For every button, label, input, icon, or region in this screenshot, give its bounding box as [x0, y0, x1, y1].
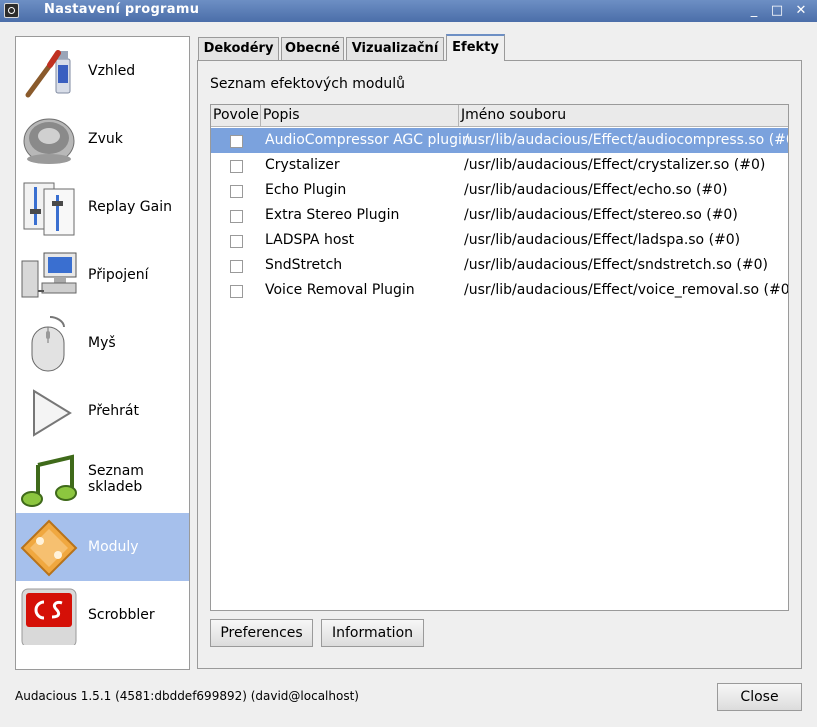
play-icon — [33, 389, 72, 437]
plugin-name: Extra Stereo Plugin — [265, 207, 400, 223]
plugin-file: /usr/lib/audacious/Effect/audiocompress.… — [464, 132, 789, 148]
table-row[interactable]: Crystalizer /usr/lib/audacious/Effect/cr… — [211, 153, 788, 178]
column-header-filename[interactable]: Jméno souboru — [459, 105, 788, 127]
effect-modules-label: Seznam efektových modulů — [210, 76, 406, 92]
plugin-name: AudioCompressor AGC plugin — [265, 132, 471, 148]
sidebar-item-playback[interactable]: Přehrát — [16, 377, 189, 445]
enable-checkbox[interactable] — [230, 160, 243, 173]
sidebar-label-line2: skladeb — [88, 479, 143, 495]
sidebar-item-replay-gain[interactable]: Replay Gain — [16, 173, 189, 241]
enable-checkbox[interactable] — [230, 235, 243, 248]
tab-visualization[interactable]: Vizualizační — [346, 37, 444, 60]
app-menu-icon[interactable] — [4, 3, 19, 18]
sidebar-item-plugins[interactable]: Moduly — [16, 513, 189, 581]
table-row[interactable]: Voice Removal Plugin /usr/lib/audacious/… — [211, 278, 788, 303]
sidebar-label: Vzhled — [88, 63, 136, 79]
sidebar-label: Myš — [88, 335, 116, 351]
plugin-file: /usr/lib/audacious/Effect/crystalizer.so… — [464, 157, 766, 173]
column-header-description[interactable]: Popis — [261, 105, 459, 127]
close-button[interactable]: Close — [717, 683, 802, 711]
sidebar-label-line1: Seznam — [88, 463, 144, 479]
plugin-file: /usr/lib/audacious/Effect/ladspa.so (#0) — [464, 232, 741, 248]
sidebar-label: Seznam skladeb — [88, 463, 144, 495]
mouse-icon — [31, 316, 65, 372]
sidebar-label: Přehrát — [88, 403, 139, 419]
sidebar-label: Zvuk — [88, 131, 123, 147]
sidebar-item-scrobbler[interactable]: Scrobbler — [16, 581, 189, 649]
table-row[interactable]: Echo Plugin /usr/lib/audacious/Effect/ec… — [211, 178, 788, 203]
enable-checkbox[interactable] — [230, 260, 243, 273]
preferences-button[interactable]: Preferences — [210, 619, 313, 647]
column-header-enabled[interactable]: Povoleno — [211, 105, 261, 127]
table-row[interactable]: AudioCompressor AGC plugin /usr/lib/auda… — [211, 128, 788, 153]
sidebar-label: Moduly — [88, 539, 139, 555]
enable-checkbox[interactable] — [230, 135, 243, 148]
music-note-icon — [21, 454, 77, 507]
information-button[interactable]: Information — [321, 619, 424, 647]
enable-checkbox[interactable] — [230, 210, 243, 223]
sidebar-item-appearance[interactable]: Vzhled — [16, 37, 189, 105]
sidebar-label: Replay Gain — [88, 199, 172, 215]
table-row[interactable]: LADSPA host /usr/lib/audacious/Effect/la… — [211, 228, 788, 253]
tab-general[interactable]: Obecné — [281, 37, 344, 60]
sidebar-item-audio[interactable]: Zvuk — [16, 105, 189, 173]
sidebar-label: Připojení — [88, 267, 149, 283]
category-sidebar: Vzhled Zvuk Replay Gain Připojení Myš Př… — [15, 36, 190, 670]
plugin-file: /usr/lib/audacious/Effect/echo.so (#0) — [464, 182, 728, 198]
sidebar-item-playlist[interactable]: Seznam skladeb — [16, 445, 189, 513]
sidebar-label: Scrobbler — [88, 607, 155, 623]
maximize-icon[interactable]: □ — [768, 2, 786, 20]
version-label: Audacious 1.5.1 (4581:dbddef699892) (dav… — [15, 689, 359, 703]
close-window-icon[interactable]: ✕ — [792, 2, 810, 20]
window-title: Nastavení programu — [44, 2, 200, 17]
sliders-icon — [23, 182, 75, 236]
tab-effects[interactable]: Efekty — [446, 34, 505, 61]
plugin-file: /usr/lib/audacious/Effect/sndstretch.so … — [464, 257, 768, 273]
sidebar-item-connection[interactable]: Připojení — [16, 241, 189, 309]
plugin-name: Voice Removal Plugin — [265, 282, 415, 298]
plugin-file: /usr/lib/audacious/Effect/voice_removal.… — [464, 282, 789, 298]
effect-plugin-list[interactable]: Povoleno Popis Jméno souboru AudioCompre… — [210, 104, 789, 611]
enable-checkbox[interactable] — [230, 285, 243, 298]
plugin-name: LADSPA host — [265, 232, 355, 248]
puzzle-icon — [20, 519, 78, 577]
sidebar-item-mouse[interactable]: Myš — [16, 309, 189, 377]
speaker-icon — [23, 118, 75, 164]
title-bar: Nastavení programu _ □ ✕ — [0, 0, 817, 22]
table-row[interactable]: SndStretch /usr/lib/audacious/Effect/snd… — [211, 253, 788, 278]
plugin-name: SndStretch — [265, 257, 343, 273]
paintbrush-icon — [25, 50, 71, 98]
lastfm-icon — [21, 588, 77, 645]
plugin-name: Crystalizer — [265, 157, 340, 173]
enable-checkbox[interactable] — [230, 185, 243, 198]
network-computers-icon — [21, 252, 77, 298]
table-row[interactable]: Extra Stereo Plugin /usr/lib/audacious/E… — [211, 203, 788, 228]
plugin-name: Echo Plugin — [265, 182, 347, 198]
minimize-icon[interactable]: _ — [745, 2, 763, 20]
plugin-file: /usr/lib/audacious/Effect/stereo.so (#0) — [464, 207, 738, 223]
tab-decoders[interactable]: Dekodéry — [198, 37, 279, 60]
